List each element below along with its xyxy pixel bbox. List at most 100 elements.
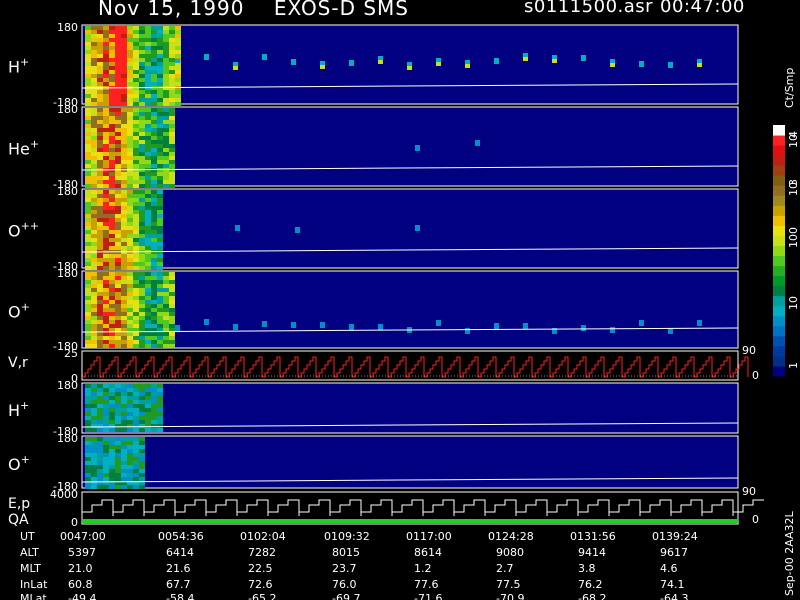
- heatmap-cell: [103, 292, 109, 296]
- heatmap-cell: [127, 164, 133, 168]
- heatmap-cell: [103, 120, 109, 124]
- heatmap-cell: [121, 324, 127, 328]
- heatmap-cell: [133, 156, 139, 160]
- heatmap-cell: [133, 396, 139, 400]
- heatmap-cell: [157, 312, 163, 316]
- heatmap-cell: [145, 424, 151, 428]
- heatmap-cell: [133, 280, 139, 284]
- heatmap-cell: [157, 234, 163, 238]
- heatmap-cell: [133, 449, 139, 453]
- heatmap-cell: [163, 108, 169, 112]
- heatmap-cell: [127, 214, 133, 218]
- heatmap-cell: [91, 90, 97, 94]
- heatmap-cell: [109, 336, 115, 340]
- heatmap-cell: [103, 284, 109, 288]
- heatmap-cell: [91, 400, 97, 404]
- heatmap-cell: [121, 152, 127, 156]
- heatmap-cell: [145, 388, 151, 392]
- heatmap-cell: [109, 344, 115, 348]
- heatmap-cell: [91, 194, 97, 198]
- heatmap-cell: [139, 210, 145, 214]
- ephemeris-cell: 4.6: [660, 562, 678, 575]
- heatmap-cell: [85, 214, 91, 218]
- heatmap-cell: [163, 332, 169, 336]
- heatmap-cell: [151, 416, 157, 420]
- heatmap-cell: [97, 190, 103, 194]
- heatmap-cell: [127, 292, 133, 296]
- heatmap-cell: [85, 316, 91, 320]
- heatmap-cell: [109, 160, 115, 164]
- heatmap-cell: [163, 46, 169, 50]
- heatmap-cell: [121, 276, 127, 280]
- heatmap-cell: [151, 54, 157, 58]
- heatmap-cell: [157, 128, 163, 132]
- heatmap-cell: [169, 98, 175, 102]
- heatmap-cell: [85, 396, 91, 400]
- heatmap-cell: [145, 136, 151, 140]
- heatmap-cell: [127, 238, 133, 242]
- heatmap-cell: [91, 320, 97, 324]
- heatmap-cell: [103, 258, 109, 262]
- heatmap-cell: [133, 74, 139, 78]
- heatmap-cell: [121, 300, 127, 304]
- heatmap-cell: [91, 384, 97, 388]
- heatmap-cell: [97, 214, 103, 218]
- heatmap-cell: [121, 340, 127, 344]
- heatmap-blip: [262, 54, 267, 60]
- heatmap-cell: [151, 140, 157, 144]
- heatmap-cell: [109, 258, 115, 262]
- heatmap-cell: [157, 42, 163, 46]
- heatmap-cell: [97, 449, 103, 453]
- heatmap-cell: [145, 206, 151, 210]
- heatmap-cell: [133, 312, 139, 316]
- heatmap-cell: [91, 246, 97, 250]
- heatmap-cell: [127, 98, 133, 102]
- heatmap-cell: [97, 258, 103, 262]
- heatmap-cell: [103, 82, 109, 86]
- heatmap-cell: [127, 190, 133, 194]
- heatmap-cell: [91, 404, 97, 408]
- heatmap-cell: [133, 485, 139, 489]
- heatmap-cell: [169, 308, 175, 312]
- heatmap-cell: [103, 280, 109, 284]
- heatmap-cell: [109, 320, 115, 324]
- heatmap-cell: [121, 457, 127, 461]
- heatmap-cell: [127, 262, 133, 266]
- heatmap-cell: [127, 160, 133, 164]
- heatmap-cell: [151, 108, 157, 112]
- heatmap-cell: [97, 128, 103, 132]
- heatmap-cell: [133, 420, 139, 424]
- heatmap-cell: [109, 324, 115, 328]
- heatmap-cell: [169, 34, 175, 38]
- colorbar-tick: 4: [787, 131, 800, 138]
- heatmap-cell: [115, 388, 121, 392]
- heatmap-cell: [103, 308, 109, 312]
- heatmap-cell: [169, 86, 175, 90]
- heatmap-cell: [103, 112, 109, 116]
- heatmap-cell: [151, 128, 157, 132]
- heatmap-cell: [157, 340, 163, 344]
- heatmap-cell: [103, 404, 109, 408]
- panel-0: 180-180H+: [8, 21, 739, 109]
- heatmap-cell: [139, 234, 145, 238]
- heatmap-cell: [145, 336, 151, 340]
- heatmap-cell: [133, 184, 139, 188]
- heatmap-cell: [97, 70, 103, 74]
- heatmap-cell: [145, 58, 151, 62]
- heatmap-cell: [103, 477, 109, 481]
- heatmap-cell: [139, 445, 145, 449]
- heatmap-cell: [169, 70, 175, 74]
- ephemeris-cell: 76.2: [578, 578, 603, 591]
- heatmap-cell: [97, 180, 103, 184]
- heatmap-cell: [151, 408, 157, 412]
- heatmap-cell: [109, 42, 115, 46]
- heatmap-cell: [175, 54, 181, 58]
- heatmap-cell: [85, 218, 91, 222]
- heatmap-cell: [151, 184, 157, 188]
- heatmap-cell: [85, 66, 91, 70]
- heatmap-cell: [157, 400, 163, 404]
- heatmap-cell: [163, 156, 169, 160]
- heatmap-cell: [145, 230, 151, 234]
- heatmap-cell: [145, 324, 151, 328]
- heatmap-cell: [91, 50, 97, 54]
